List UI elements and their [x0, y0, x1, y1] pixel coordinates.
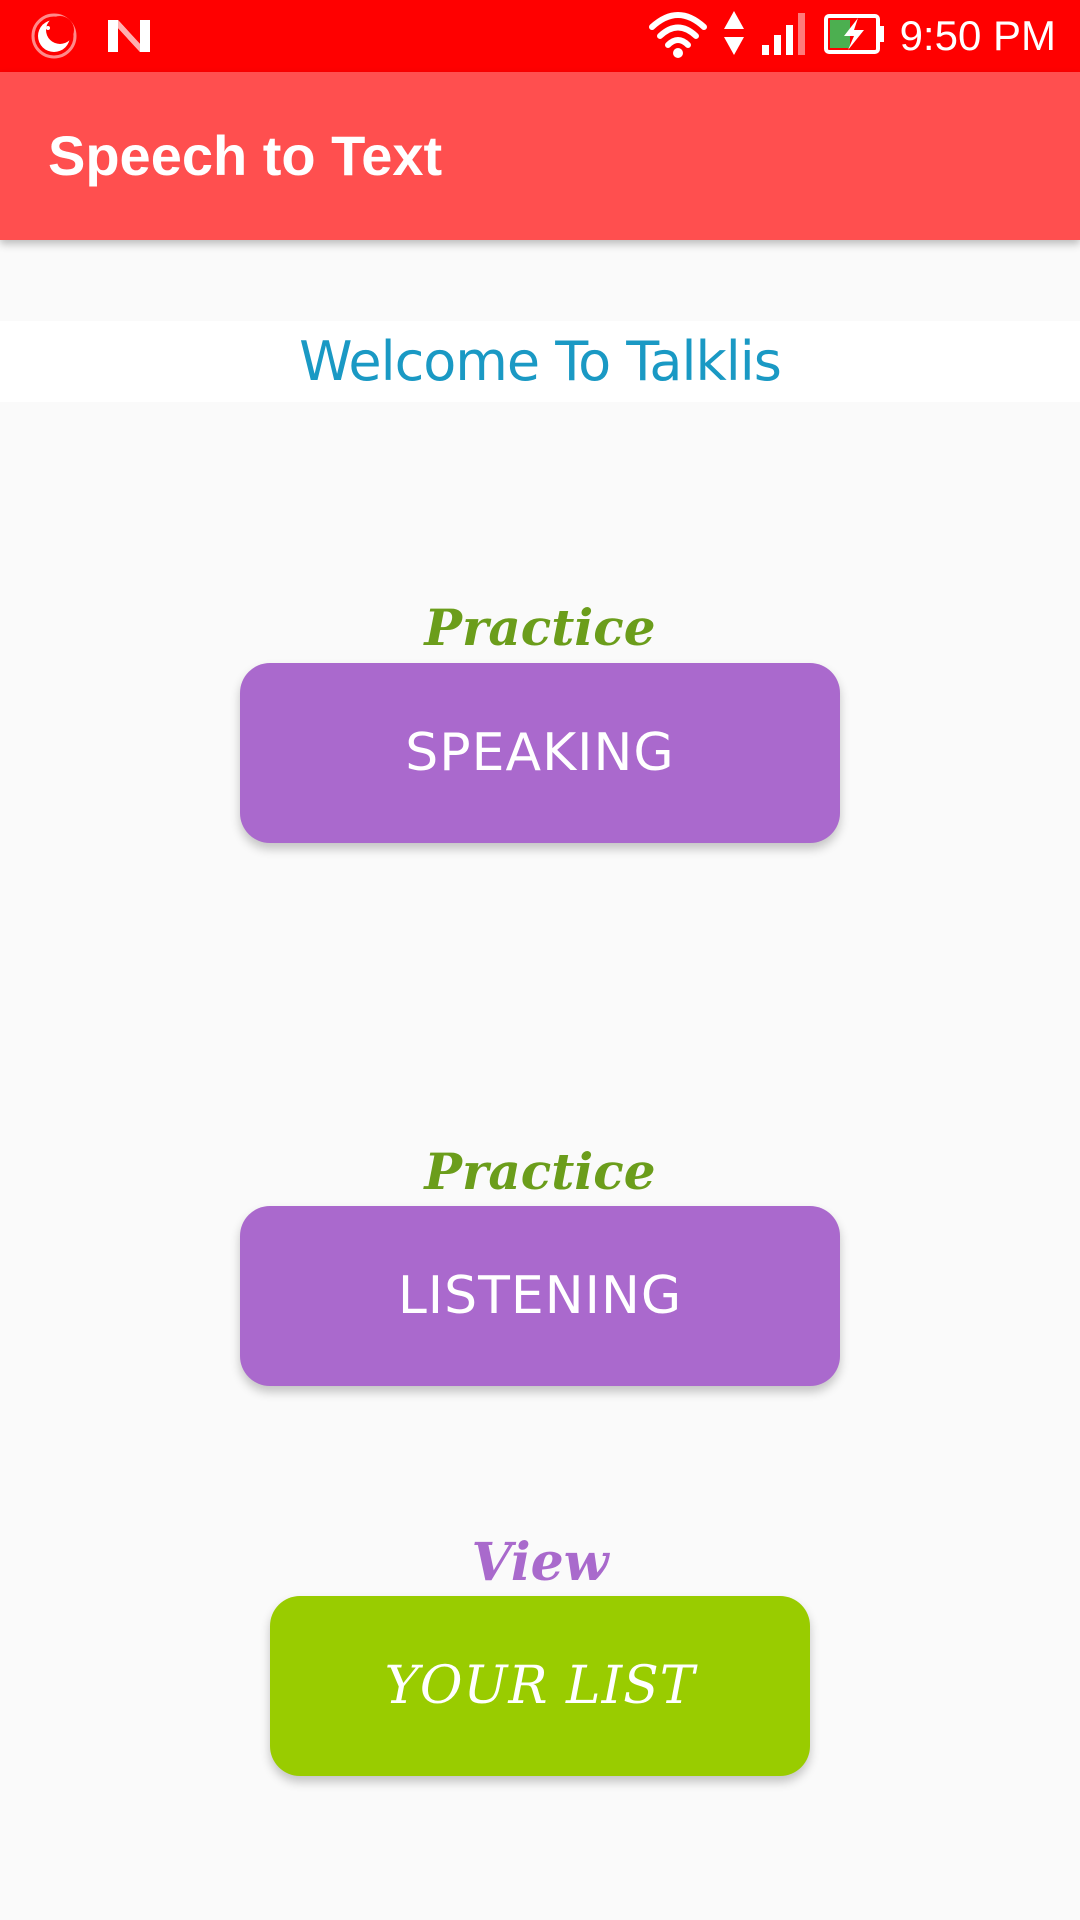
listening-button[interactable]: LISTENING	[240, 1206, 840, 1386]
speaking-caption: Practice	[424, 598, 656, 657]
your-list-button[interactable]: YOUR LIST	[270, 1596, 810, 1776]
battery-charging-icon	[823, 12, 886, 60]
welcome-banner: Welcome To Talklis	[0, 321, 1080, 402]
status-bar: 9:50 PM	[0, 0, 1080, 72]
app-bar: Speech to Text	[0, 72, 1080, 240]
your-list-button-label: YOUR LIST	[384, 1656, 696, 1716]
n-app-icon	[106, 16, 152, 60]
listening-caption: Practice	[424, 1142, 656, 1201]
night-mode-icon	[30, 12, 78, 64]
status-left-icons	[30, 12, 152, 64]
app-title: Speech to Text	[48, 124, 443, 187]
wifi-icon	[648, 9, 708, 63]
speaking-button-label: SPEAKING	[405, 723, 675, 783]
your-list-caption: View	[471, 1532, 609, 1593]
status-right-icons: 9:50 PM	[648, 8, 1056, 64]
listening-button-label: LISTENING	[397, 1266, 683, 1326]
speaking-button[interactable]: SPEAKING	[240, 663, 840, 843]
signal-icon	[760, 11, 810, 61]
status-time: 9:50 PM	[899, 12, 1056, 59]
welcome-text: Welcome To Talklis	[299, 330, 782, 393]
data-arrows-icon	[722, 9, 746, 63]
